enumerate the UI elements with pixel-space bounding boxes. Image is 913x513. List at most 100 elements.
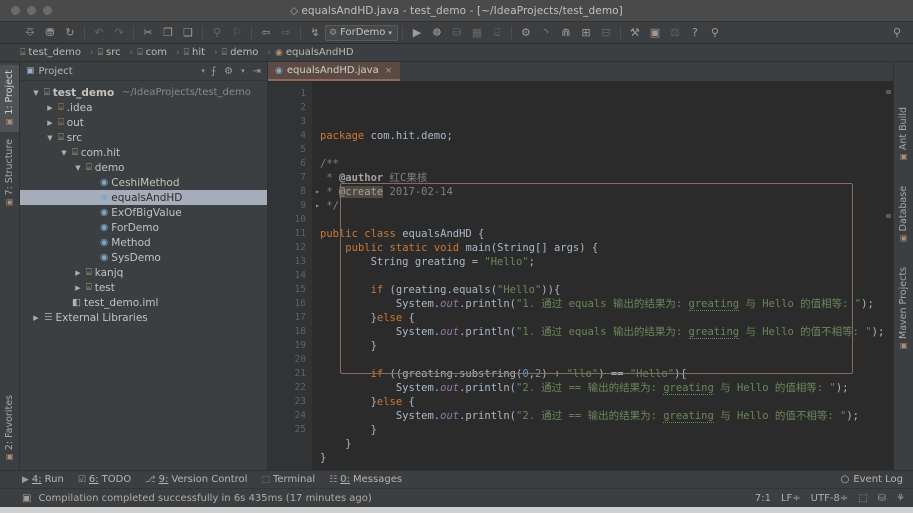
chevron-down-icon[interactable]: ▼: [45, 134, 55, 142]
code-line[interactable]: [320, 353, 893, 367]
line-number[interactable]: 8▸: [268, 185, 312, 199]
search-everywhere-icon[interactable]: ⚲: [705, 24, 725, 42]
line-number[interactable]: 5: [268, 143, 312, 157]
line-number[interactable]: 19: [268, 339, 312, 353]
code-line[interactable]: }else {: [320, 395, 893, 409]
scrollbar-marker[interactable]: [886, 214, 891, 218]
tree-node-demo[interactable]: ▼⌸demo: [20, 160, 267, 175]
project-tree[interactable]: ▼⌸test_demo~/IdeaProjects/test_demo▶⌸.id…: [20, 81, 267, 470]
breadcrumb-item-equalsandhd[interactable]: ◉equalsAndHD: [275, 47, 360, 58]
event-log-button[interactable]: ○ Event Log: [841, 474, 903, 485]
line-number[interactable]: 21: [268, 367, 312, 381]
back-icon[interactable]: ⇦: [256, 24, 276, 42]
lock-icon[interactable]: ⬚: [858, 493, 867, 504]
tree-node-com-hit[interactable]: ▼⌸com.hit: [20, 145, 267, 160]
project-scope-chevron-down-icon[interactable]: ▾: [201, 67, 205, 75]
sync-icon[interactable]: ↻: [60, 24, 80, 42]
help-icon[interactable]: ?: [685, 24, 705, 42]
tool-window-button-7-structure[interactable]: ▣7: Structure: [0, 134, 19, 212]
redo-icon[interactable]: ↷: [109, 24, 129, 42]
editor-tab-equalsandhd[interactable]: ◉ equalsAndHD.java ×: [268, 62, 400, 81]
tree-node-test[interactable]: ▶⌸test: [20, 280, 267, 295]
attach-icon[interactable]: ◝: [536, 24, 556, 42]
update-project-icon[interactable]: ⋒: [556, 24, 576, 42]
tree-node--idea[interactable]: ▶⌸.idea: [20, 100, 267, 115]
tree-node-src[interactable]: ▼⌸src: [20, 130, 267, 145]
gear-icon[interactable]: ⚙: [222, 66, 235, 77]
line-number[interactable]: 10: [268, 213, 312, 227]
compare-icon[interactable]: ⊟: [596, 24, 616, 42]
code-line[interactable]: System.out.println("2. 通过 == 输出的结果为: gre…: [320, 409, 893, 423]
line-number[interactable]: 11: [268, 227, 312, 241]
tool-window-button-database[interactable]: ▣Database: [895, 181, 912, 248]
code-line[interactable]: }: [320, 339, 893, 353]
line-number[interactable]: 25: [268, 423, 312, 437]
code-line[interactable]: [320, 213, 893, 227]
code-line[interactable]: package com.hit.demo;: [320, 129, 893, 143]
commit-icon[interactable]: ⊞: [576, 24, 596, 42]
bottom-tab-todo[interactable]: ☑6:TODO: [78, 474, 131, 485]
tree-node-kanjq[interactable]: ▶⌸kanjq: [20, 265, 267, 280]
bottom-tab-messages[interactable]: ☷0:Messages: [329, 474, 402, 485]
forward-icon[interactable]: ⇨: [276, 24, 296, 42]
code-line[interactable]: System.out.println("1. 通过 equals 输出的结果为:…: [320, 297, 893, 311]
file-encoding[interactable]: UTF-8÷: [811, 493, 849, 504]
code-line[interactable]: }else {: [320, 311, 893, 325]
line-number[interactable]: 18: [268, 325, 312, 339]
tree-node-exofbigvalue[interactable]: ·◉ExOfBigValue: [20, 205, 267, 220]
line-number[interactable]: 23: [268, 395, 312, 409]
tool-window-button-1-project[interactable]: ▣1: Project: [0, 65, 19, 132]
breadcrumb-item-demo[interactable]: ⌸demo: [222, 47, 265, 58]
bottom-tab-version-control[interactable]: ⎇9:Version Control: [145, 474, 247, 485]
code-line[interactable]: /**: [320, 157, 893, 171]
code-line[interactable]: */: [320, 199, 893, 213]
run-coverage-icon[interactable]: ⛁: [447, 24, 467, 42]
chevron-down-icon[interactable]: ▼: [31, 89, 41, 97]
code-line[interactable]: }: [320, 451, 893, 465]
paste-icon[interactable]: ❑: [178, 24, 198, 42]
cut-icon[interactable]: ✂: [138, 24, 158, 42]
find-icon[interactable]: ⚲: [207, 24, 227, 42]
chevron-down-icon[interactable]: ▼: [59, 149, 69, 157]
line-number[interactable]: 6: [268, 157, 312, 171]
expand-collapse-icon[interactable]: ⨍: [209, 66, 218, 77]
code-line[interactable]: System.out.println("1. 通过 equals 输出的结果为:…: [320, 325, 893, 339]
breadcrumb-item-test-demo[interactable]: ⌸test_demo: [20, 47, 87, 58]
line-number[interactable]: 7: [268, 171, 312, 185]
tree-node-equalsandhd[interactable]: ·◉equalsAndHD: [20, 190, 267, 205]
line-separator[interactable]: LF÷: [781, 493, 801, 504]
line-number[interactable]: 15: [268, 283, 312, 297]
breadcrumb-item-hit[interactable]: ⌸hit: [184, 47, 211, 58]
breadcrumb-item-src[interactable]: ⌸src: [98, 47, 127, 58]
chevron-right-icon[interactable]: ▶: [73, 269, 83, 277]
run-configuration-selector[interactable]: ⚙ ForDemo ▾: [325, 25, 398, 41]
line-number[interactable]: 14: [268, 269, 312, 283]
chevron-right-icon[interactable]: ▶: [73, 284, 83, 292]
line-number[interactable]: 4: [268, 129, 312, 143]
line-number[interactable]: 3: [268, 115, 312, 129]
hide-panel-icon[interactable]: ⇥: [251, 66, 263, 77]
close-icon[interactable]: ×: [385, 66, 393, 76]
line-number[interactable]: 22: [268, 381, 312, 395]
tree-node-ceshimethod[interactable]: ·◉CeshiMethod: [20, 175, 267, 190]
line-number[interactable]: 17: [268, 311, 312, 325]
chevron-right-icon[interactable]: ▶: [31, 314, 41, 322]
line-number[interactable]: 9▸: [268, 199, 312, 213]
line-number[interactable]: 1: [268, 87, 312, 101]
code-line[interactable]: }: [320, 423, 893, 437]
tool-window-button-maven-projects[interactable]: ▣Maven Projects: [895, 262, 912, 356]
gear-caret-icon[interactable]: ▾: [239, 67, 247, 75]
breadcrumb-item-com[interactable]: ⌸com: [137, 47, 173, 58]
code-line[interactable]: [320, 269, 893, 283]
run-icon[interactable]: ▶: [407, 24, 427, 42]
bottom-tab-terminal[interactable]: ⬚Terminal: [261, 474, 315, 485]
tree-node-test-demo-iml[interactable]: ·◧test_demo.iml: [20, 295, 267, 310]
chevron-right-icon[interactable]: ▶: [45, 119, 55, 127]
code-line[interactable]: if ((greating.substring(0,2) + "llo") ==…: [320, 367, 893, 381]
line-number[interactable]: 2: [268, 101, 312, 115]
save-all-icon[interactable]: ⛃: [40, 24, 60, 42]
chevron-down-icon[interactable]: ▾: [388, 29, 392, 37]
open-project-icon[interactable]: ⎑: [20, 24, 40, 42]
tree-node-fordemo[interactable]: ·◉ForDemo: [20, 220, 267, 235]
chevron-right-icon[interactable]: ▶: [45, 104, 55, 112]
